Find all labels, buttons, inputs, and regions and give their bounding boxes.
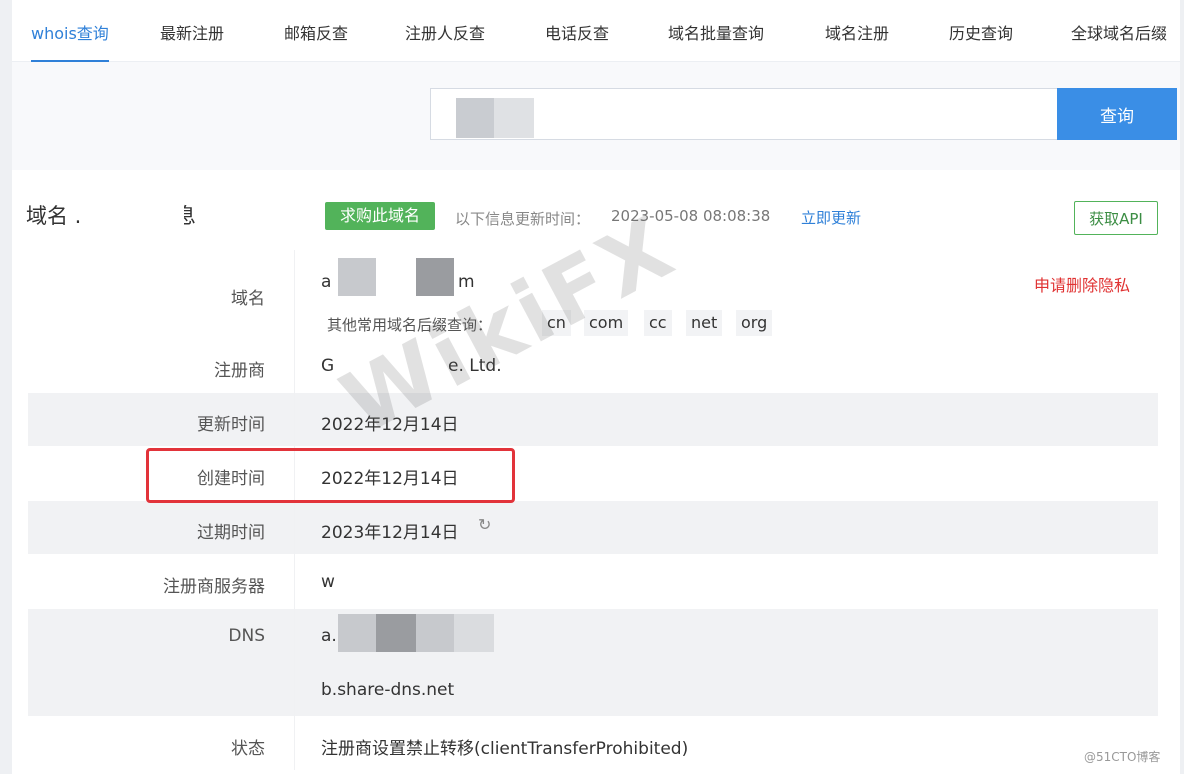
get-api-button[interactable]: 获取API [1074,201,1158,235]
tab-whois[interactable]: whois查询 [31,20,109,62]
domain-value-start: a [321,272,332,292]
dns-value-2: b.share-dns.net [321,680,455,700]
tab-phone-reverse[interactable]: 电话反查 [545,20,609,44]
tab-email-reverse[interactable]: 邮箱反查 [284,20,348,44]
tab-history-query[interactable]: 历史查询 [949,20,1013,44]
suffix-link-net[interactable]: net [686,310,723,336]
registrar-value-start: G [321,356,335,376]
suffix-link-cn[interactable]: cn [542,310,571,336]
dns-label: DNS [228,626,265,646]
tab-latest-registration[interactable]: 最新注册 [160,20,224,44]
status-value: 注册商设置禁止转移(clientTransferProhibited) [321,739,689,759]
updated-time-value: 2022年12月14日 [321,415,459,435]
expiry-time-value: 2023年12月14日 [321,523,459,543]
search-redaction [456,98,494,138]
dns-redaction [454,614,494,652]
update-time-label: 以下信息更新时间： [455,210,591,228]
update-now-link[interactable]: 立即更新 [801,207,861,228]
dns-redaction [376,614,416,652]
source-watermark: @51CTO博客 [1084,750,1161,764]
domain-redaction [338,258,376,296]
suffix-link-org[interactable]: org [736,310,773,336]
domain-label: 域名 [231,289,265,309]
tab-registrant-reverse[interactable]: 注册人反查 [405,20,485,44]
domain-value-end: m [458,272,475,292]
search-button[interactable]: 查询 [1057,88,1177,140]
status-label: 状态 [231,739,265,759]
domain-redaction [82,200,184,230]
created-time-highlight [146,448,515,503]
domain-redaction [416,258,454,296]
registrar-server-label: 注册商服务器 [163,577,265,597]
suffix-link-com[interactable]: com [584,310,629,336]
tab-global-suffix[interactable]: 全球域名后缀 [1071,20,1167,44]
server-redaction [336,560,496,608]
dns-value-1: a. [321,626,337,646]
refresh-icon[interactable]: ↻ [478,515,491,534]
domain-redaction [376,258,416,296]
tab-batch-query[interactable]: 域名批量查询 [668,20,764,44]
column-divider [294,250,295,770]
suffix-link-cc[interactable]: cc [644,310,672,336]
registrar-value-end: e. Ltd. [448,356,502,376]
search-redaction [494,98,534,138]
registrar-server-value: w [321,572,335,592]
updated-time-label: 更新时间 [197,415,265,435]
tab-bar: whois查询 最新注册 邮箱反查 注册人反查 电话反查 域名批量查询 域名注册… [12,0,1180,62]
dns-redaction [338,614,376,652]
other-suffix-label: 其他常用域名后缀查询： [327,316,493,334]
update-time-value: 2023-05-08 08:08:38 [611,207,771,225]
expiry-time-label: 过期时间 [197,523,265,543]
dns-redaction [416,614,454,652]
registrar-label: 注册商 [214,361,265,381]
tab-domain-registration[interactable]: 域名注册 [825,20,889,44]
buy-domain-button[interactable]: 求购此域名 [325,202,435,230]
request-privacy-removal-link[interactable]: 申请删除隐私 [1034,272,1130,296]
registrar-redaction [336,344,446,384]
